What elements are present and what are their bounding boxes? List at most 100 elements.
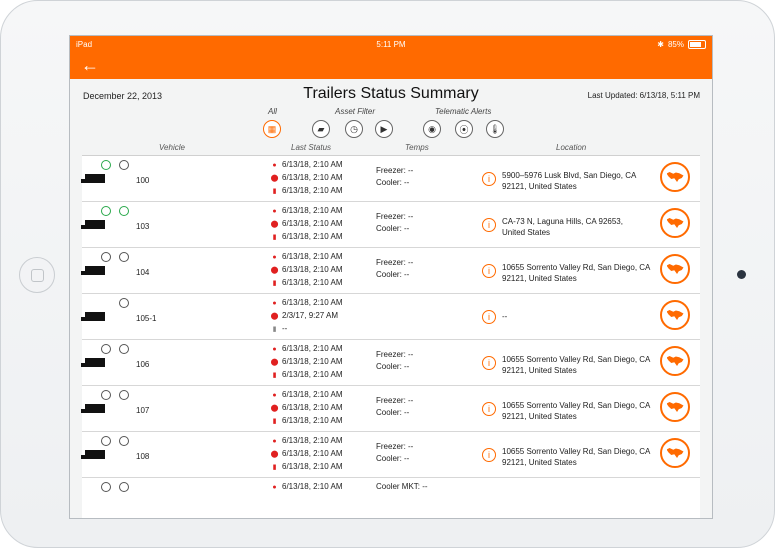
table-row[interactable]: ● 6/13/18, 2:10 AM Cooler MKT: -- (82, 478, 700, 518)
freezer-temp: Freezer: -- (376, 258, 414, 267)
vehicle-id: 108 (136, 452, 150, 461)
last-status-list: ● 6/13/18, 2:10 AM ⬤ 6/13/18, 2:10 AM ▮ 6/13/… (270, 205, 375, 244)
location-address: 10655 Sorrento Valley Rd, San Diego, CA 9… (502, 400, 660, 422)
app-screen: iPad 5:11 PM ✱ 85% ← December 22, 2013 T… (69, 35, 713, 519)
location-pin-icon: ⬤ (270, 313, 279, 320)
location-alert-button[interactable]: ⦿ (455, 120, 473, 138)
info-icon[interactable]: i (482, 310, 496, 324)
cooler-temp: Cooler: -- (376, 178, 410, 187)
vehicle-id: 105-1 (136, 314, 157, 323)
temperature-values: Freezer: -- Cooler: -- (376, 165, 413, 189)
table-row[interactable]: 107 ● 6/13/18, 2:10 AM ⬤ 6/13/18, 2:10 AM ▮ 6… (81, 386, 700, 432)
map-button[interactable] (660, 300, 690, 330)
camera (737, 270, 746, 279)
steering-status-icon (119, 436, 129, 446)
thermometer-icon: ▮ (272, 234, 277, 241)
vehicle-id: 104 (136, 268, 150, 277)
last-status-list: ● 6/13/18, 2:10 AM ⬤ 6/13/18, 2:10 AM ▮ 6/13/… (270, 251, 375, 290)
info-icon[interactable]: i (482, 264, 496, 278)
address-line: 10655 Sorrento Valley Rd, San Diego, CA (502, 263, 651, 272)
back-button[interactable]: ← (81, 56, 99, 74)
trailer-icon (81, 266, 105, 275)
all-filter-label: All (268, 107, 277, 116)
temperature-values: Freezer: -- Cooler: -- (376, 441, 413, 465)
status-time: 6/13/18, 2:10 AM (282, 278, 343, 287)
info-icon[interactable]: i (482, 172, 496, 186)
thermometer-icon: ▮ (272, 418, 277, 425)
steering-status-icon (119, 482, 129, 492)
clock: 5:11 PM (376, 40, 406, 49)
status-time: 6/13/18, 2:10 AM (282, 449, 343, 458)
navigation-bar: ← (70, 52, 712, 79)
status-time: 6/13/18, 2:10 AM (282, 462, 343, 471)
vehicle-id: 100 (136, 176, 150, 185)
status-time: 6/13/18, 2:10 AM (282, 436, 343, 445)
last-status-column-header: Last Status (291, 143, 332, 152)
info-icon[interactable]: i (482, 448, 496, 462)
play-filter-button[interactable]: ▶ (375, 120, 393, 138)
location-column-header: Location (556, 143, 587, 152)
status-time: 6/13/18, 2:10 AM (282, 252, 343, 261)
clock-filter-button[interactable]: ◷ (345, 120, 363, 138)
signal-icon: ● (272, 392, 277, 399)
table-row[interactable]: 108 ● 6/13/18, 2:10 AM ⬤ 6/13/18, 2:10 AM ▮ 6… (81, 432, 700, 478)
table-row[interactable]: 100 ● 6/13/18, 2:10 AM ⬤ 6/13/18, 2:10 AM ▮ 6… (81, 156, 700, 202)
cooler-temp: Cooler: -- (376, 408, 410, 417)
cooler-temp: Cooler: -- (376, 362, 410, 371)
freezer-temp: Freezer: -- (376, 350, 414, 359)
location-pin-icon: ⬤ (270, 267, 279, 274)
status-time: -- (282, 324, 288, 333)
cooler-temp: Cooler: -- (376, 454, 410, 463)
temperature-alert-button[interactable]: 🌡 (486, 120, 504, 138)
freezer-temp: Freezer: -- (376, 212, 414, 221)
last-status-list: ● 6/13/18, 2:10 AM ⬤ 6/13/18, 2:10 AM ▮ 6/13/… (270, 159, 375, 198)
info-icon[interactable]: i (482, 356, 496, 370)
signal-icon: ● (272, 208, 277, 215)
address-line: 10655 Sorrento Valley Rd, San Diego, CA (502, 355, 651, 364)
map-button[interactable] (660, 346, 690, 376)
address-line: United States (502, 228, 551, 237)
thermometer-icon: ▮ (272, 280, 277, 287)
battery-icon (688, 39, 706, 49)
ipad-frame: iPad 5:11 PM ✱ 85% ← December 22, 2013 T… (0, 0, 775, 548)
location-address: 5900–5976 Lusk Blvd, San Diego, CA 92121,… (502, 170, 660, 192)
map-button[interactable] (660, 254, 690, 284)
world-map-icon (666, 448, 684, 458)
info-icon[interactable]: i (482, 218, 496, 232)
map-button[interactable] (660, 392, 690, 422)
status-time: 6/13/18, 2:10 AM (282, 219, 343, 228)
world-map-icon (666, 356, 684, 366)
home-button[interactable] (19, 257, 55, 293)
map-button[interactable] (660, 438, 690, 468)
moving-status-icon (101, 160, 111, 170)
temperature-values: Freezer: -- Cooler: -- (376, 257, 413, 281)
signal-icon: ● (272, 162, 277, 169)
status-time: 6/13/18, 2:10 AM (282, 370, 343, 379)
last-status-list: ● 6/13/18, 2:10 AM ⬤ 2/3/17, 9:27 AM ▮ -- (270, 297, 375, 336)
thermometer-icon: ▮ (272, 188, 277, 195)
all-grid-filter-button[interactable]: ▦ (263, 120, 281, 138)
last-status-list: ● 6/13/18, 2:10 AM ⬤ 6/13/18, 2:10 AM ▮ 6/13/… (270, 343, 375, 382)
vehicle-id: 107 (136, 406, 150, 415)
vehicle-column-header: Vehicle (159, 143, 185, 152)
map-button[interactable] (660, 162, 690, 192)
trailer-icon (81, 358, 105, 367)
clock-status-icon (101, 390, 111, 400)
truck-filter-button[interactable]: ▰ (312, 120, 330, 138)
clock-status-icon (101, 344, 111, 354)
trailer-icon (81, 220, 105, 229)
location-address (502, 492, 660, 503)
summary-content: December 22, 2013 Trailers Status Summar… (70, 79, 712, 518)
last-status-list: ● 6/13/18, 2:10 AM (270, 481, 375, 494)
signal-alert-button[interactable]: ◉ (423, 120, 441, 138)
cooler-temp: Cooler: -- (376, 270, 410, 279)
moving-status-icon (101, 206, 111, 216)
temperature-values: Cooler MKT: -- (376, 481, 428, 493)
info-icon[interactable]: i (482, 402, 496, 416)
table-row[interactable]: 104 ● 6/13/18, 2:10 AM ⬤ 6/13/18, 2:10 AM ▮ 6… (81, 248, 700, 294)
table-row[interactable]: 103 ● 6/13/18, 2:10 AM ⬤ 6/13/18, 2:10 AM ▮ 6… (81, 202, 700, 248)
table-row[interactable]: 105-1 ● 6/13/18, 2:10 AM ⬤ 2/3/17, 9:27 AM ▮… (81, 294, 700, 340)
temperature-values: Freezer: -- Cooler: -- (376, 349, 413, 373)
table-row[interactable]: 106 ● 6/13/18, 2:10 AM ⬤ 6/13/18, 2:10 AM ▮ 6… (81, 340, 700, 386)
map-button[interactable] (660, 208, 690, 238)
